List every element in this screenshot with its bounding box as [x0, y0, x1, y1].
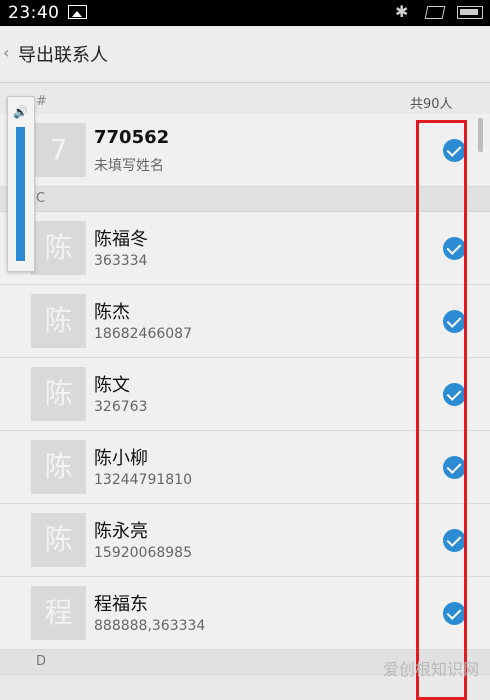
contact-name: 770562 [94, 127, 170, 148]
contact-avatar: 7 [31, 123, 86, 177]
status-time: 23:40 [8, 3, 60, 23]
contact-name: 陈文 [94, 375, 130, 396]
contact-row[interactable]: 陈陈杰 18682466087 [0, 285, 490, 358]
checkmark-icon[interactable] [443, 383, 466, 406]
contact-name: 陈小柳 [94, 448, 148, 469]
volume-slider[interactable] [16, 127, 25, 261]
contact-avatar: 陈 [31, 294, 86, 348]
contact-row[interactable]: 陈陈永亮 15920068985 [0, 504, 490, 577]
speaker-icon: 🔊 [13, 105, 28, 119]
checkmark-icon[interactable] [443, 456, 466, 479]
index-hash: # [36, 94, 47, 109]
contact-detail: 13244791810 [94, 472, 192, 488]
contact-row[interactable]: 陈陈文 326763 [0, 358, 490, 431]
contact-name: 程福东 [94, 594, 148, 615]
checkmark-icon[interactable] [443, 602, 466, 625]
volume-panel: 🔊 [7, 96, 35, 272]
volume-level-fill [16, 127, 25, 261]
section-letter: C [36, 191, 46, 206]
contact-name: 陈杰 [94, 302, 130, 323]
contact-avatar: 陈 [31, 513, 86, 567]
contact-avatar: 陈 [31, 367, 86, 421]
list-header: # 共90人 [0, 90, 490, 114]
checkmark-icon[interactable] [443, 529, 466, 552]
watermark-text: 爱创根知识网 [383, 660, 480, 679]
contact-detail: 363334 [94, 253, 148, 269]
section-header: C [0, 187, 490, 212]
contact-avatar: 程 [31, 586, 86, 640]
contact-row[interactable]: 陈陈福冬 363334 [0, 212, 490, 285]
contact-list[interactable]: 7 770562 未填写姓名 C 陈陈福冬 363334 陈陈杰 18682466087 陈陈文… [0, 114, 490, 684]
sim-card-icon [424, 6, 446, 19]
image-notification-icon [68, 5, 87, 19]
contact-row[interactable]: 7 770562 未填写姓名 [0, 114, 490, 187]
contact-detail: 未填写姓名 [94, 158, 164, 174]
contact-row[interactable]: 陈陈小柳 13244791810 [0, 431, 490, 504]
back-chevron-icon[interactable]: ‹ [3, 43, 9, 62]
bluetooth-icon: ✱ [395, 2, 409, 21]
section-letter: D [36, 654, 47, 669]
status-bar: 23:40 ✱ [0, 0, 490, 26]
contact-detail: 326763 [94, 399, 148, 415]
scrollbar-thumb[interactable] [478, 118, 483, 152]
contact-avatar: 陈 [31, 221, 86, 275]
checkmark-icon[interactable] [443, 139, 466, 162]
contact-detail: 15920068985 [94, 545, 192, 561]
contact-row[interactable]: 程程福东 888888,363334 [0, 577, 490, 650]
contact-name: 陈永亮 [94, 521, 148, 542]
contact-total-count: 共90人 [410, 97, 453, 112]
contact-name: 陈福冬 [94, 229, 148, 250]
page-title[interactable]: 导出联系人 [18, 41, 108, 67]
checkmark-icon[interactable] [443, 237, 466, 260]
contact-avatar: 陈 [31, 440, 86, 494]
contact-detail: 18682466087 [94, 326, 192, 342]
contact-detail: 888888,363334 [94, 618, 206, 634]
battery-icon [457, 6, 483, 19]
checkmark-icon[interactable] [443, 310, 466, 333]
title-bar: ‹ 导出联系人 [0, 26, 490, 83]
